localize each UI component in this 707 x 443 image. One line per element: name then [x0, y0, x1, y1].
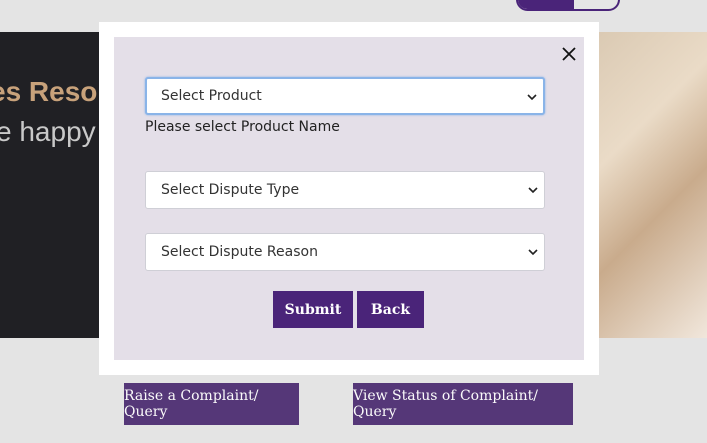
dispute-reason-select-value: Select Dispute Reason	[161, 244, 318, 260]
modal-panel: Select Product Please select Product Nam…	[114, 37, 584, 360]
product-error-message: Please select Product Name	[145, 119, 340, 135]
product-select-value: Select Product	[161, 88, 262, 104]
chevron-down-icon	[528, 249, 538, 256]
back-button[interactable]: Back	[357, 291, 424, 328]
dispute-modal: Select Product Please select Product Nam…	[99, 22, 599, 375]
dispute-type-select[interactable]: Select Dispute Type	[145, 171, 545, 209]
dispute-reason-select[interactable]: Select Dispute Reason	[145, 233, 545, 271]
chevron-down-icon	[528, 187, 538, 194]
dispute-type-select-value: Select Dispute Type	[161, 182, 300, 198]
submit-button[interactable]: Submit	[273, 291, 353, 328]
chevron-down-icon	[527, 94, 537, 101]
product-select[interactable]: Select Product	[145, 77, 545, 115]
close-icon[interactable]	[560, 45, 578, 63]
